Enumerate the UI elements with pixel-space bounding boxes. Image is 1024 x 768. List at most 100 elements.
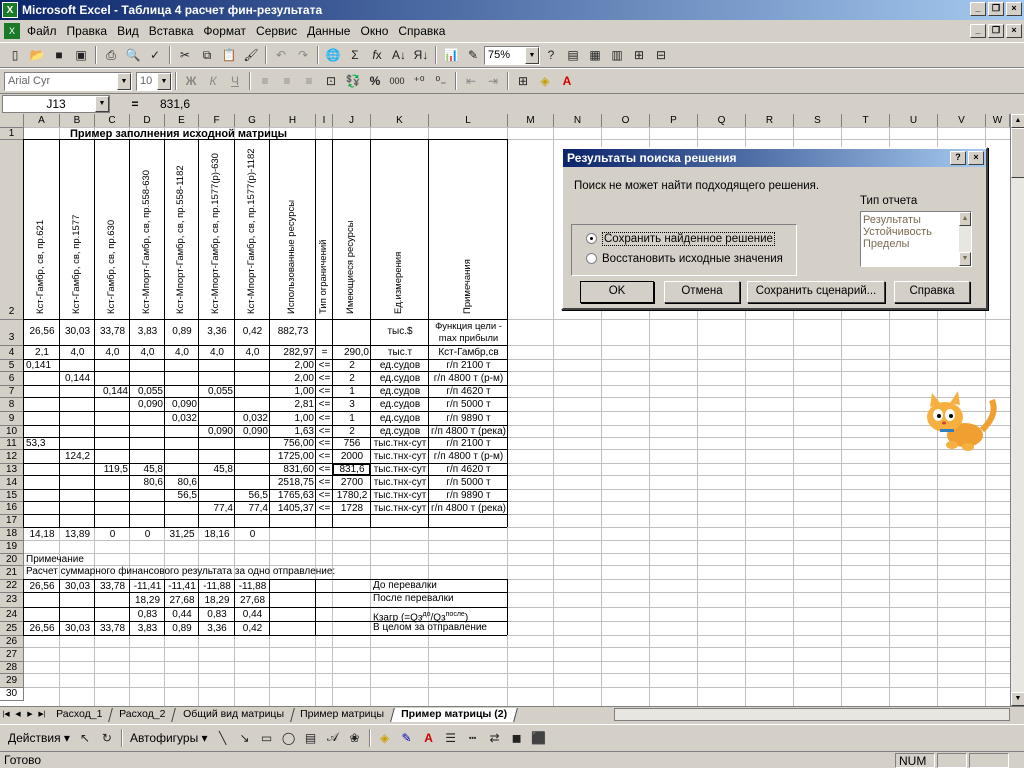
fill-color-icon[interactable]: ◈ [534,70,556,92]
save-icon[interactable]: ■ [48,44,70,66]
open-icon[interactable]: 📂 [26,44,48,66]
border-grid-icon[interactable]: ⊞ [628,44,650,66]
cell[interactable]: г/п 2100 т [429,360,508,372]
line-color-icon[interactable]: ✎ [396,727,418,749]
cell[interactable]: г/п 4800 т (р-м) [429,451,508,463]
cell[interactable]: ед.судов [371,360,429,372]
cell[interactable]: 33,78 [95,581,130,593]
office-assistant-cat[interactable] [920,385,1000,455]
cell[interactable]: тыс.тнх-сут [371,464,429,476]
cell[interactable]: г/п 4800 т (р-м) [429,373,508,385]
cell[interactable]: 4,0 [95,347,130,359]
cell[interactable]: 0,090 [199,426,235,438]
first-sheet-icon[interactable]: |◀ [0,708,12,722]
help-button[interactable]: Справка [894,281,970,303]
cell[interactable]: г/п 9890 т [429,413,508,425]
cell[interactable]: 0 [130,529,165,541]
cell[interactable]: 0 [235,529,270,541]
cell[interactable]: 3,83 [130,326,165,338]
tab-rashod-1[interactable]: Расход_1 [46,707,114,722]
cell[interactable]: 30,03 [60,581,95,593]
select-all-corner[interactable] [0,114,24,128]
row-header[interactable]: 30 [0,688,24,701]
cell[interactable]: <= [316,490,333,502]
column-header[interactable]: K [371,114,429,128]
tab-example[interactable]: Пример матрицы [290,707,396,722]
restore-values-radio[interactable]: Восстановить исходные значения [586,253,783,265]
column-header[interactable]: I [316,114,333,128]
cell[interactable]: <= [316,477,333,489]
cell[interactable]: г/п 4620 т [429,386,508,398]
list-scroll-down-icon[interactable]: ▼ [959,252,971,266]
menu-insert[interactable]: Вставка [144,24,199,38]
cell[interactable]: г/п 2100 т [429,438,508,450]
rotate-icon[interactable]: ↻ [96,727,118,749]
cell[interactable]: 18,29 [199,595,235,607]
cell[interactable]: <= [316,503,333,515]
cell[interactable]: г/п 4800 т (река) [429,503,508,515]
cell[interactable]: тыс.тнх-сут [371,477,429,489]
hyperlink-icon[interactable]: 🌐 [322,44,344,66]
column-header[interactable]: C [95,114,130,128]
cell[interactable]: г/п 4800 т (река) [429,426,508,438]
cell[interactable]: <= [316,464,333,476]
column-header[interactable]: V [938,114,986,128]
doc-minimize-button[interactable]: _ [970,24,986,38]
preview-icon[interactable]: 🔍 [122,44,144,66]
cell[interactable]: ед.судов [371,413,429,425]
tab-example-2[interactable]: Пример матрицы (2) [391,707,519,722]
font-color-icon[interactable]: A [556,70,578,92]
row-header[interactable]: 20 [0,554,24,566]
row-header[interactable]: 10 [0,426,24,438]
cell[interactable]: 0,44 [235,609,270,621]
cell[interactable]: <= [316,399,333,411]
fill-color-icon[interactable]: ◈ [374,727,396,749]
autoshapes-menu[interactable]: Автофигуры ▾ [126,731,212,745]
scroll-up-icon[interactable]: ▲ [1011,114,1024,128]
cell[interactable]: = [316,347,333,359]
cell[interactable]: ед.судов [371,399,429,411]
column-header[interactable]: N [554,114,602,128]
dash-style-icon[interactable]: ┅ [462,727,484,749]
cell[interactable]: 282,97 [270,347,316,359]
dialog-close-icon[interactable]: × [968,151,984,165]
grid-icon[interactable]: ▦ [584,44,606,66]
column-header[interactable]: T [842,114,890,128]
cell[interactable]: 4,0 [199,347,235,359]
menu-data[interactable]: Данные [302,24,355,38]
dialog-help-icon[interactable]: ? [950,151,966,165]
menu-edit[interactable]: Правка [62,24,113,38]
menu-file[interactable]: Файл [22,24,62,38]
menu-tools[interactable]: Сервис [251,24,302,38]
line-icon[interactable]: ╲ [212,727,234,749]
column-header[interactable]: Q [698,114,746,128]
row-header[interactable]: 3 [0,320,24,346]
horizontal-scrollbar[interactable] [614,708,1010,721]
column-header[interactable]: G [235,114,270,128]
row-header[interactable]: 19 [0,541,24,554]
copy-icon[interactable]: ⧉ [196,44,218,66]
currency-icon[interactable]: 💱 [342,70,364,92]
column-header[interactable]: E [165,114,199,128]
help-icon[interactable]: ? [540,44,562,66]
list-scroll-up-icon[interactable]: ▲ [959,212,971,226]
tab-rashod-2[interactable]: Расход_2 [109,707,177,722]
next-sheet-icon[interactable]: ▶ [24,708,36,722]
chart-wizard-icon[interactable]: 📊 [440,44,462,66]
cell[interactable]: 0,89 [165,326,199,338]
cell[interactable]: 33,78 [95,326,130,338]
column-header[interactable]: F [199,114,235,128]
row-header[interactable]: 21 [0,566,24,580]
row-header[interactable]: 7 [0,386,24,398]
cell[interactable]: 2 [333,373,371,385]
row-header[interactable]: 4 [0,346,24,360]
cell[interactable]: 2 [333,360,371,372]
row-header[interactable]: 5 [0,360,24,372]
row-header[interactable]: 1 [0,128,24,140]
cell[interactable]: 26,56 [24,581,60,593]
row-header[interactable]: 11 [0,438,24,450]
cell[interactable]: 56,5 [165,490,199,502]
save-scenario-button[interactable]: Сохранить сценарий... [747,281,885,303]
name-box[interactable]: J13 ▼ [2,95,110,113]
cell[interactable]: 2000 [333,451,371,463]
